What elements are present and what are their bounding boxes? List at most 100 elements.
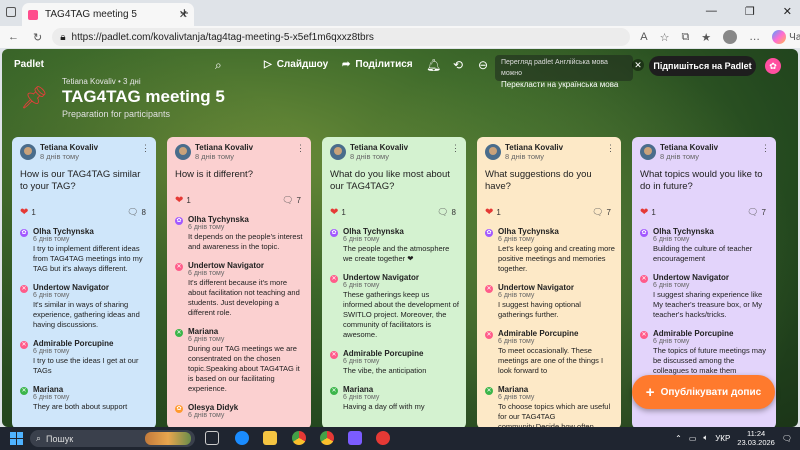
taskbar-search[interactable]: ⌕ Пошук: [30, 430, 195, 447]
comment-item: ✕ Mariana 6 днів тому To choose topics whic…: [485, 385, 615, 427]
avatar[interactable]: [330, 144, 346, 160]
share-button[interactable]: ➦ Поділитися: [342, 59, 413, 70]
avatar[interactable]: [175, 144, 191, 160]
commenter-name[interactable]: Mariana: [343, 385, 379, 394]
comment-button[interactable]: 🗨︎ 8: [127, 207, 146, 218]
join-padlet-button[interactable]: Підпишіться на Padlet: [649, 56, 756, 76]
opera-icon[interactable]: [376, 431, 390, 445]
post-meta: Tetiana Kovaliv 8 днів тому: [505, 143, 563, 161]
commenter-meta: Admirable Porcupine 6 днів тому: [498, 329, 578, 345]
post-column[interactable]: Tetiana Kovaliv 8 днів тому ⋮ What do you l…: [322, 137, 466, 427]
avatar[interactable]: [485, 144, 501, 160]
reaction-row: ❤ 1 🗨︎ 7: [640, 207, 770, 218]
pushpin-icon: 📌︎: [20, 85, 48, 110]
bell-icon[interactable]: 🔔︎: [426, 58, 441, 72]
slideshow-button[interactable]: ▷ Слайдшоу: [264, 59, 328, 70]
post-column[interactable]: Tetiana Kovaliv 8 днів тому ⋮ What suggesti…: [477, 137, 621, 427]
task-view-icon[interactable]: [205, 431, 219, 445]
commenter-name[interactable]: Admirable Porcupine: [498, 329, 578, 338]
post-column[interactable]: Tetiana Kovaliv 8 днів тому ⋮ How is our TA…: [12, 137, 156, 427]
comment-button[interactable]: 🗨︎ 7: [592, 207, 611, 218]
favorites-icon[interactable]: ★: [701, 31, 711, 44]
commenter-name[interactable]: Undertow Navigator: [498, 283, 574, 292]
commenter-name[interactable]: Undertow Navigator: [653, 273, 729, 282]
url-field[interactable]: 🔒︎ https://padlet.com/kovalivtanja/tag4t…: [52, 28, 631, 46]
back-icon[interactable]: ←: [8, 31, 19, 44]
commenter-name[interactable]: Undertow Navigator: [33, 283, 109, 292]
like-button[interactable]: ❤ 1: [485, 207, 501, 218]
profile-avatar[interactable]: [723, 30, 738, 44]
comment-header: ✕ Admirable Porcupine 6 днів тому: [20, 339, 150, 355]
remake-icon[interactable]: ⟲: [453, 58, 463, 72]
read-aloud-icon[interactable]: A: [640, 31, 647, 43]
post-menu-icon[interactable]: ⋮: [451, 143, 460, 154]
commenter-name[interactable]: Olha Tychynska: [33, 227, 94, 236]
comment-button[interactable]: 🗨︎ 8: [437, 207, 456, 218]
extensions-icon[interactable]: ⧉: [681, 31, 689, 44]
volume-icon[interactable]: 🔈︎: [703, 433, 708, 443]
user-avatar[interactable]: ✿: [765, 58, 781, 74]
padlet-logo[interactable]: Padlet: [14, 59, 44, 70]
post-menu-icon[interactable]: ⋮: [761, 143, 770, 154]
commenter-name[interactable]: Olha Tychynska: [498, 227, 559, 236]
comment-header: ✕ Undertow Navigator 6 днів тому: [485, 283, 615, 299]
file-explorer-icon[interactable]: [263, 431, 277, 445]
commenter-name[interactable]: Olha Tychynska: [653, 227, 714, 236]
commenter-name[interactable]: Admirable Porcupine: [33, 339, 113, 348]
post-menu-icon[interactable]: ⋮: [296, 143, 305, 154]
copilot-button[interactable]: Чат: [772, 30, 800, 44]
new-tab-icon[interactable]: +: [180, 5, 189, 22]
translate-action[interactable]: Перекласти на українська мова: [501, 79, 627, 90]
network-icon[interactable]: ▭: [689, 434, 697, 443]
commenter-name[interactable]: Mariana: [33, 385, 69, 394]
window-close-icon[interactable]: ✕: [783, 5, 792, 18]
more-icon[interactable]: …: [749, 31, 760, 43]
commenter-name[interactable]: Undertow Navigator: [188, 261, 264, 270]
post-menu-icon[interactable]: ⋮: [141, 143, 150, 154]
commenter-name[interactable]: Undertow Navigator: [343, 273, 419, 282]
chrome-icon[interactable]: [292, 431, 306, 445]
app-badge-icon[interactable]: [348, 431, 362, 445]
avatar[interactable]: [640, 144, 656, 160]
translate-banner[interactable]: Перегляд padlet Англійська мова можно Пе…: [495, 55, 633, 89]
chevron-up-icon[interactable]: ⌃: [675, 434, 682, 443]
notifications-icon[interactable]: 🗨︎: [782, 434, 792, 443]
like-button[interactable]: ❤ 1: [175, 195, 191, 206]
like-button[interactable]: ❤ 1: [20, 207, 36, 218]
tab-actions-icon[interactable]: [6, 7, 16, 17]
minimize-icon[interactable]: —: [706, 5, 717, 18]
comment-button[interactable]: 🗨︎ 7: [282, 195, 301, 206]
post-column[interactable]: Tetiana Kovaliv 8 днів тому ⋮ How is it dif…: [167, 137, 311, 427]
reaction-row: ❤ 1 🗨︎ 7: [175, 195, 305, 206]
search-icon[interactable]: ⌕: [215, 58, 222, 73]
like-button[interactable]: ❤ 1: [330, 207, 346, 218]
browser-tab[interactable]: TAG4TAG meeting 5 ✕: [22, 3, 194, 26]
post-menu-icon[interactable]: ⋮: [606, 143, 615, 154]
commenter-name[interactable]: Admirable Porcupine: [343, 349, 423, 358]
commenter-name[interactable]: Admirable Porcupine: [653, 329, 733, 338]
edge-icon[interactable]: [235, 431, 249, 445]
clock[interactable]: 11:24 23.03.2026: [737, 429, 775, 447]
comment-button[interactable]: 🗨︎ 7: [747, 207, 766, 218]
commenter-name[interactable]: Olha Tychynska: [188, 215, 249, 224]
windows-start-icon[interactable]: [10, 432, 23, 445]
commenter-name[interactable]: Olha Tychynska: [343, 227, 404, 236]
restore-icon[interactable]: ❐: [745, 5, 755, 18]
favorite-star-icon[interactable]: ☆: [660, 31, 670, 44]
publish-post-button[interactable]: + Опублікувати допис: [632, 375, 775, 409]
post-author[interactable]: Tetiana Kovaliv: [195, 143, 253, 152]
reload-icon[interactable]: ↻: [33, 31, 42, 44]
post-author[interactable]: Tetiana Kovaliv: [505, 143, 563, 152]
avatar[interactable]: [20, 144, 36, 160]
post-author[interactable]: Tetiana Kovaliv: [40, 143, 98, 152]
post-author[interactable]: Tetiana Kovaliv: [350, 143, 408, 152]
post-author[interactable]: Tetiana Kovaliv: [660, 143, 718, 152]
translate-close-icon[interactable]: ✕: [632, 59, 644, 71]
commenter-name[interactable]: Mariana: [188, 327, 224, 336]
like-button[interactable]: ❤ 1: [640, 207, 656, 218]
commenter-name[interactable]: Mariana: [498, 385, 534, 394]
more-options-icon[interactable]: ⊖: [478, 58, 488, 72]
commenter-name[interactable]: Olesya Didyk: [188, 403, 238, 412]
language-indicator[interactable]: УКР: [715, 434, 730, 443]
chrome-profile-icon[interactable]: [320, 431, 334, 445]
